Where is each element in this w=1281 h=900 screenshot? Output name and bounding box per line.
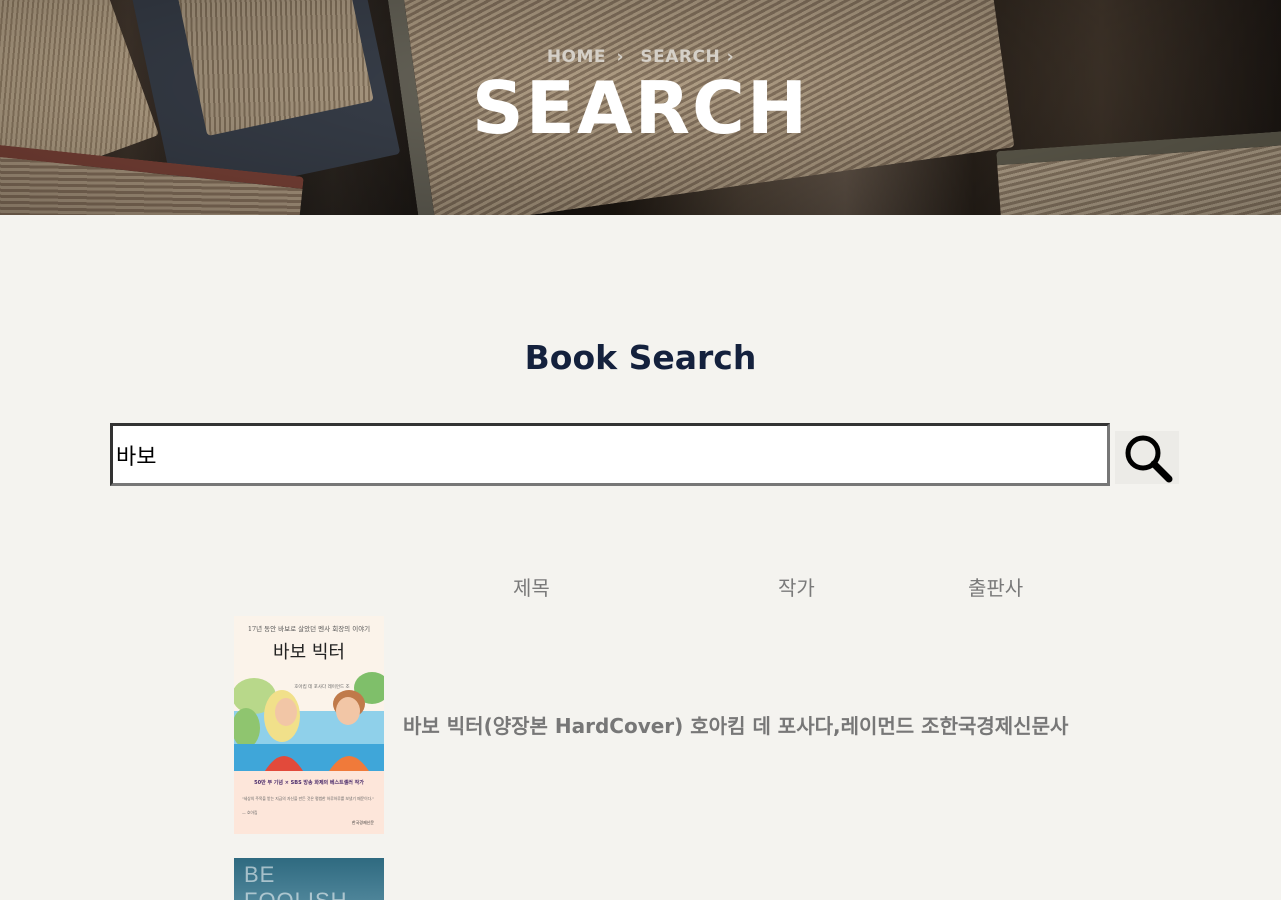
- hero-banner: HOME › SEARCH › SEARCH: [0, 0, 1281, 215]
- column-header-author: 작가: [778, 576, 815, 600]
- result-title[interactable]: 바보 빅터(양장본 HardCover): [403, 714, 683, 738]
- chevron-right-icon: ›: [726, 47, 735, 67]
- page-title: SEARCH: [471, 66, 810, 150]
- result-author: 호아킴 데 포사다,레이먼드 조: [690, 714, 940, 738]
- search-input[interactable]: [110, 423, 1110, 486]
- cover-authors: 호아킴 데 포사다 레이먼드 조: [294, 683, 349, 690]
- cover-quote: "세상의 주목을 받는 지금의 자신을 만든 것은 평범한 하루하루를 보냈기 …: [242, 796, 374, 801]
- cover-quote-author: — 호아킴: [242, 810, 257, 815]
- cover-top-line: 17년 동안 바보로 살았던 멘사 회장의 이야기: [248, 624, 370, 633]
- table-row[interactable]: BE FOOLISH: [234, 858, 1134, 900]
- cover-title: BE FOOLISH: [244, 862, 347, 900]
- book-cover-image[interactable]: 17년 동안 바보로 살았던 멘사 회장의 이야기 바보 빅터 호아킴 데 포사…: [234, 616, 384, 834]
- cover-tagline: 50만 부 기념 × SBS 방송 화제의 베스트셀러 작가: [254, 779, 364, 786]
- breadcrumb: HOME › SEARCH ›: [0, 47, 1281, 67]
- breadcrumb-search[interactable]: SEARCH: [640, 47, 720, 67]
- section-title: Book Search: [524, 338, 757, 377]
- book-cover-image[interactable]: BE FOOLISH: [234, 858, 384, 900]
- column-header-title: 제목: [513, 576, 550, 600]
- cover-publisher-mark: 한국경제신문: [352, 819, 374, 825]
- column-header-publisher: 출판사: [968, 576, 1024, 600]
- table-row[interactable]: 17년 동안 바보로 살았던 멘사 회장의 이야기 바보 빅터 호아킴 데 포사…: [234, 616, 1134, 834]
- cover-title: 바보 빅터: [273, 642, 345, 663]
- search-button[interactable]: [1115, 431, 1179, 484]
- breadcrumb-home[interactable]: HOME: [547, 47, 606, 67]
- chevron-right-icon: ›: [616, 47, 624, 67]
- result-text[interactable]: 바보 빅터(양장본 HardCover) 호아킴 데 포사다,레이먼드 조한국경…: [403, 710, 1068, 739]
- search-icon: [1125, 435, 1173, 483]
- result-publisher: 한국경제신문사: [939, 714, 1069, 738]
